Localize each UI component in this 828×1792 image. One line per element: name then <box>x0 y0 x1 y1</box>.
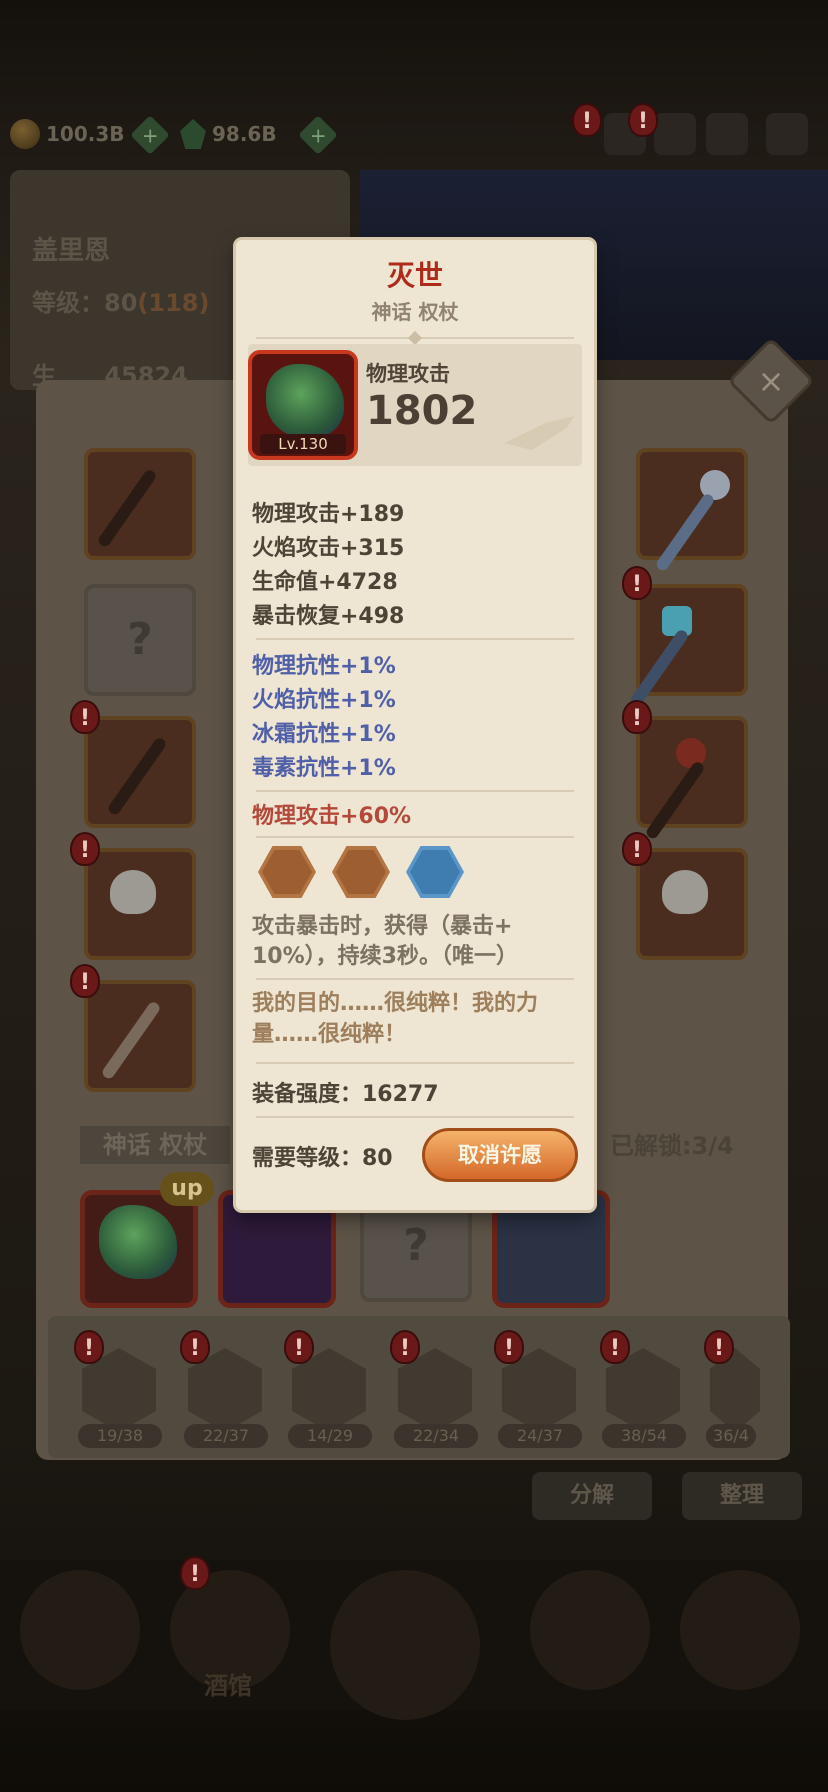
gear-icon[interactable] <box>766 113 808 155</box>
alert-icon: ! <box>704 1330 734 1364</box>
cancel-wish-button[interactable]: 取消许愿 <box>422 1128 578 1182</box>
chat-icon[interactable] <box>654 113 696 155</box>
item-detail-modal: 灭世 神话 权杖 Lv.130 物理攻击 1802 物理攻击+189 火焰攻击+… <box>236 240 594 1210</box>
socket-bronze[interactable] <box>332 846 390 898</box>
resist-stat: 冰霜抗性+1% <box>252 722 396 747</box>
inventory-slot[interactable] <box>84 848 196 960</box>
dragon-staff-icon <box>99 1205 177 1279</box>
resist-stat: 毒素抗性+1% <box>252 756 396 781</box>
inventory-slot[interactable] <box>84 716 196 828</box>
alert-icon: ! <box>70 700 100 734</box>
add-gem-button[interactable]: + <box>298 115 338 155</box>
alert-icon: ! <box>628 103 658 137</box>
nav-tavern-label: 酒馆 <box>204 1672 252 1700</box>
gold-amount: 100.3B <box>46 122 125 146</box>
tab-count: 38/54 <box>602 1424 686 1448</box>
socket-bronze[interactable] <box>258 846 316 898</box>
alert-icon: ! <box>600 1330 630 1364</box>
alert-icon: ! <box>622 700 652 734</box>
organize-button[interactable]: 整理 <box>682 1472 802 1520</box>
inventory-slot[interactable] <box>628 584 748 709</box>
inventory-slot[interactable] <box>636 716 748 841</box>
nav-forge[interactable] <box>530 1570 650 1690</box>
tab-count: 19/38 <box>78 1424 162 1448</box>
section-label: 神话 权杖 <box>80 1126 230 1164</box>
divider-ornament <box>407 330 423 346</box>
skull-staff-icon <box>110 870 156 914</box>
alert-icon: ! <box>390 1330 420 1364</box>
alert-icon: ! <box>622 832 652 866</box>
inventory-slot[interactable] <box>636 448 748 573</box>
tab-count: 36/4 <box>706 1424 756 1448</box>
gold-resource: 100.3B <box>10 115 125 153</box>
main-stat-value: 1802 <box>366 388 478 434</box>
alert-icon: ! <box>622 566 652 600</box>
divider <box>256 836 574 838</box>
alert-icon: ! <box>180 1556 210 1590</box>
inventory-slot[interactable] <box>84 448 196 560</box>
item-icon: Lv.130 <box>248 350 358 460</box>
resource-bar: 100.3B + 98.6B + ! ! <box>0 103 828 165</box>
nav-adventure[interactable] <box>330 1570 480 1720</box>
main-stat-label: 物理攻击 <box>366 362 450 386</box>
divider <box>256 1062 574 1064</box>
inventory-slot[interactable] <box>84 980 196 1092</box>
close-icon: × <box>757 362 785 400</box>
effect-description: 攻击暴击时，获得（暴击+ 10%），持续3秒。（唯一） <box>252 914 518 969</box>
socket-blue[interactable] <box>406 846 464 898</box>
divider <box>256 638 574 640</box>
decompose-button[interactable]: 分解 <box>532 1472 652 1520</box>
gem-resource: 98.6B <box>180 115 277 153</box>
alert-icon: ! <box>284 1330 314 1364</box>
tab-count: 14/29 <box>288 1424 372 1448</box>
equipment-strength: 装备强度：16277 <box>252 1082 439 1107</box>
add-gold-button[interactable]: + <box>130 115 170 155</box>
nav-home[interactable] <box>20 1570 140 1690</box>
dragon-staff-icon <box>266 364 344 438</box>
alert-icon: ! <box>180 1330 210 1364</box>
item-category: 神话 权杖 <box>371 300 459 324</box>
alert-icon: ! <box>494 1330 524 1364</box>
unlocked-count: 已解锁:3/4 <box>610 1132 734 1160</box>
resist-stat: 物理抗性+1% <box>252 654 396 679</box>
base-stat: 暴击恢复+498 <box>252 604 405 629</box>
alert-icon: ! <box>70 964 100 998</box>
flavor-quote: 我的目的……很纯粹！我的力 量……很纯粹！ <box>252 991 539 1047</box>
gold-coin-icon <box>10 119 40 149</box>
nav-shop[interactable] <box>680 1570 800 1690</box>
alert-icon: ! <box>572 103 602 137</box>
character-name: 盖里恩 <box>32 236 111 266</box>
inventory-slot[interactable] <box>636 848 748 960</box>
inventory-slot-empty[interactable]: ? <box>84 584 196 696</box>
base-stat: 物理攻击+189 <box>252 502 405 527</box>
green-gem-icon <box>180 119 206 149</box>
base-stat: 生命值+4728 <box>252 570 398 595</box>
upgrade-badge: up <box>160 1172 214 1206</box>
required-level: 需要等级：80 <box>252 1146 393 1171</box>
divider <box>256 1116 574 1118</box>
skull-staff-icon <box>662 870 708 914</box>
item-level-tag: Lv.130 <box>260 434 346 454</box>
character-level: 等级：80(118) <box>32 289 210 317</box>
gem-amount: 98.6B <box>212 122 277 146</box>
bonus-stat: 物理攻击+60% <box>252 804 412 829</box>
divider <box>256 790 574 792</box>
item-name: 灭世 <box>386 259 443 292</box>
base-stat: 火焰攻击+315 <box>252 536 405 561</box>
resist-stat: 火焰抗性+1% <box>252 688 396 713</box>
tab-count: 22/34 <box>394 1424 478 1448</box>
alert-icon: ! <box>70 832 100 866</box>
divider <box>256 978 574 980</box>
featured-slot-dragon-staff[interactable] <box>80 1190 198 1308</box>
tab-count: 24/37 <box>498 1424 582 1448</box>
tab-count: 22/37 <box>184 1424 268 1448</box>
mail-icon[interactable] <box>706 113 748 155</box>
alert-icon: ! <box>74 1330 104 1364</box>
